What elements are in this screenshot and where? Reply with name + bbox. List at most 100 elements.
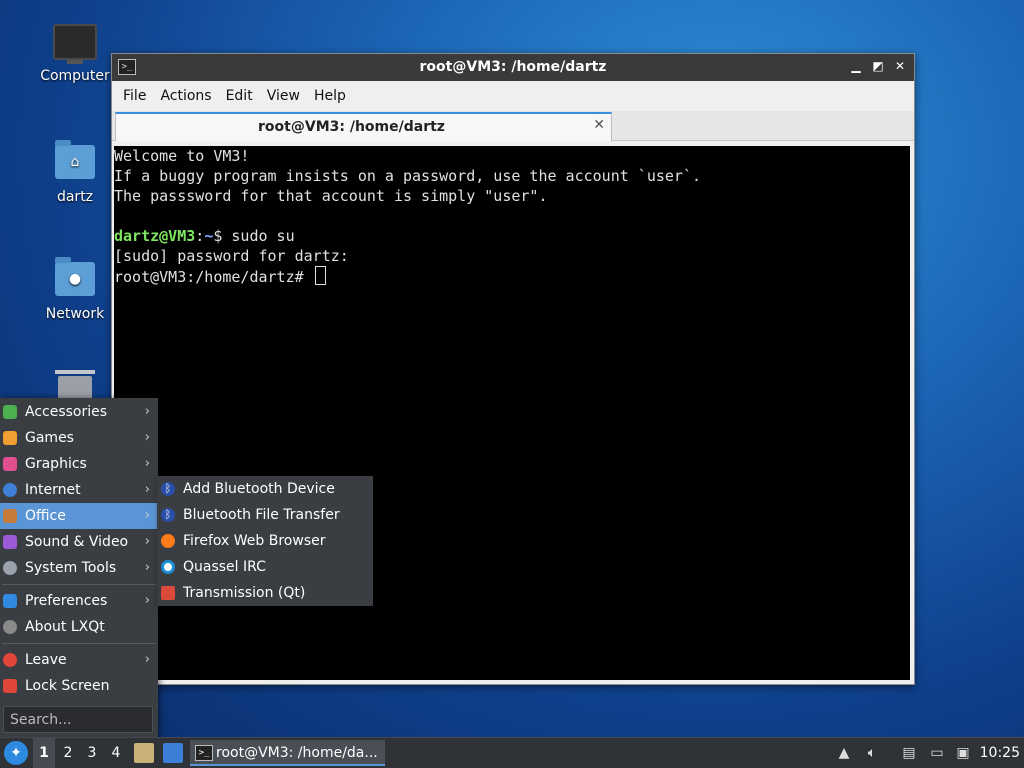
menu-actions[interactable]: Actions bbox=[153, 88, 218, 104]
tab-label: root@VM3: /home/dartz bbox=[258, 119, 445, 135]
taskbar: ✦ 1 2 3 4 >_ root@VM3: /home/da... ▲ 🔈︎ … bbox=[0, 737, 1024, 768]
window-titlebar[interactable]: >_ root@VM3: /home/dartz ▁ ◩ ✕ bbox=[112, 54, 914, 81]
desktop-icon-computer[interactable]: Computer bbox=[30, 24, 120, 84]
update-icon[interactable]: ▣ bbox=[953, 743, 973, 763]
tab-terminal[interactable]: root@VM3: /home/dartz ✕ bbox=[115, 112, 612, 141]
chevron-right-icon: › bbox=[144, 652, 150, 667]
menu-item-office[interactable]: Office › bbox=[0, 503, 158, 529]
terminal-prompt-line: dartz@VM3:~$ sudo su bbox=[114, 226, 910, 246]
prompt-path: ~ bbox=[204, 227, 214, 245]
terminal-line: Welcome to VM3! bbox=[114, 147, 250, 165]
terminal-line-empty bbox=[114, 206, 910, 226]
maximize-icon[interactable]: ◩ bbox=[870, 58, 886, 74]
submenu-item-transmission[interactable]: Transmission (Qt) bbox=[157, 580, 373, 606]
menubar: File Actions Edit View Help bbox=[112, 81, 914, 111]
start-menu-button[interactable]: ✦ bbox=[4, 741, 28, 765]
minimize-icon[interactable]: ▁ bbox=[848, 58, 864, 74]
menu-help[interactable]: Help bbox=[307, 88, 353, 104]
office-submenu: ᛒ Add Bluetooth Device ᛒ Bluetooth File Tr… bbox=[157, 476, 373, 606]
show-desktop-icon[interactable] bbox=[163, 743, 183, 763]
chevron-right-icon: › bbox=[144, 560, 150, 575]
desktop-icon-network[interactable]: ● Network bbox=[30, 257, 120, 322]
tab-close-icon[interactable]: ✕ bbox=[593, 117, 605, 133]
menu-item-games[interactable]: Games › bbox=[0, 425, 158, 451]
menu-item-label: Office bbox=[25, 508, 66, 524]
workspace-4[interactable]: 4 bbox=[105, 738, 127, 768]
submenu-item-quassel-irc[interactable]: Quassel IRC bbox=[157, 554, 373, 580]
chevron-right-icon: › bbox=[144, 456, 150, 471]
terminal-line: [sudo] password for dartz: bbox=[114, 247, 349, 265]
menu-item-graphics[interactable]: Graphics › bbox=[0, 451, 158, 477]
sound-video-icon bbox=[3, 535, 17, 549]
submenu-item-firefox[interactable]: Firefox Web Browser bbox=[157, 528, 373, 554]
firefox-icon bbox=[161, 534, 175, 548]
menu-item-preferences[interactable]: Preferences › bbox=[0, 588, 158, 614]
computer-icon bbox=[53, 24, 97, 64]
bluetooth-icon: ᛒ bbox=[161, 508, 175, 522]
chevron-right-icon: › bbox=[144, 508, 150, 523]
menu-item-lock-screen[interactable]: Lock Screen bbox=[0, 673, 158, 699]
transmission-icon bbox=[161, 586, 175, 600]
root-prompt-text: root@VM3:/home/dartz# bbox=[114, 268, 313, 286]
workspace-2[interactable]: 2 bbox=[57, 738, 79, 768]
desktop-icon-label: Computer bbox=[40, 68, 110, 84]
chevron-right-icon: › bbox=[144, 482, 150, 497]
submenu-item-label: Quassel IRC bbox=[183, 559, 266, 575]
menu-item-label: Sound & Video bbox=[25, 534, 129, 550]
internet-icon bbox=[3, 483, 17, 497]
volume-icon[interactable]: 🔈︎ bbox=[862, 743, 882, 763]
tab-bar: root@VM3: /home/dartz ✕ bbox=[112, 111, 914, 141]
graphics-icon bbox=[3, 457, 17, 471]
menu-item-accessories[interactable]: Accessories › bbox=[0, 399, 158, 425]
menu-search-input[interactable]: Search... bbox=[3, 706, 153, 733]
system-tools-icon bbox=[3, 561, 17, 575]
desktop-icon-dartz[interactable]: ⌂ dartz bbox=[30, 140, 120, 205]
preferences-icon bbox=[3, 594, 17, 608]
menu-item-system-tools[interactable]: System Tools › bbox=[0, 555, 158, 581]
task-label: root@VM3: /home/da... bbox=[216, 745, 378, 761]
notification-icon[interactable]: ▲ bbox=[834, 743, 854, 763]
submenu-item-bluetooth-file-transfer[interactable]: ᛒ Bluetooth File Transfer bbox=[157, 502, 373, 528]
menu-item-about-lxqt[interactable]: About LXQt bbox=[0, 614, 158, 640]
menu-edit[interactable]: Edit bbox=[219, 88, 260, 104]
menu-view[interactable]: View bbox=[260, 88, 307, 104]
file-manager-icon[interactable] bbox=[134, 743, 154, 763]
terminal-root-prompt: root@VM3:/home/dartz# bbox=[114, 266, 910, 286]
close-icon[interactable]: ✕ bbox=[892, 58, 908, 74]
submenu-item-label: Firefox Web Browser bbox=[183, 533, 326, 549]
menu-separator bbox=[2, 584, 156, 585]
chevron-right-icon: › bbox=[144, 404, 150, 419]
menu-item-label: Leave bbox=[25, 652, 67, 668]
taskbar-task-terminal[interactable]: >_ root@VM3: /home/da... bbox=[190, 740, 385, 766]
terminal-line: The passsword for that account is simply… bbox=[114, 187, 548, 205]
submenu-item-label: Bluetooth File Transfer bbox=[183, 507, 340, 523]
menu-item-label: Internet bbox=[25, 482, 81, 498]
menu-separator bbox=[2, 643, 156, 644]
clipboard-icon[interactable]: ▤ bbox=[899, 743, 919, 763]
menu-item-label: System Tools bbox=[25, 560, 117, 576]
network-icon[interactable]: ▭ bbox=[927, 743, 947, 763]
submenu-item-label: Add Bluetooth Device bbox=[183, 481, 335, 497]
chevron-right-icon: › bbox=[144, 593, 150, 608]
terminal-line: If a buggy program insists on a password… bbox=[114, 167, 701, 185]
menu-item-label: Accessories bbox=[25, 404, 108, 420]
text-cursor bbox=[314, 266, 326, 285]
clock[interactable]: 10:25 bbox=[980, 738, 1020, 768]
prompt-command: $ sudo su bbox=[213, 227, 295, 245]
workspace-3[interactable]: 3 bbox=[81, 738, 103, 768]
menu-file[interactable]: File bbox=[116, 88, 153, 104]
lock-icon bbox=[3, 679, 17, 693]
desktop-icon-label: dartz bbox=[56, 189, 94, 205]
menu-item-leave[interactable]: Leave › bbox=[0, 647, 158, 673]
menu-item-internet[interactable]: Internet › bbox=[0, 477, 158, 503]
workspace-1[interactable]: 1 bbox=[33, 738, 55, 768]
submenu-item-add-bluetooth-device[interactable]: ᛒ Add Bluetooth Device bbox=[157, 476, 373, 502]
games-icon bbox=[3, 431, 17, 445]
prompt-sep: : bbox=[195, 227, 205, 245]
quassel-icon bbox=[161, 560, 175, 574]
menu-item-label: Graphics bbox=[25, 456, 87, 472]
window-title: root@VM3: /home/dartz bbox=[419, 59, 607, 75]
desktop-icon-label: Network bbox=[45, 306, 105, 322]
start-menu: Accessories › Games › Graphics › Internet › … bbox=[0, 398, 158, 738]
menu-item-sound-video[interactable]: Sound & Video › bbox=[0, 529, 158, 555]
